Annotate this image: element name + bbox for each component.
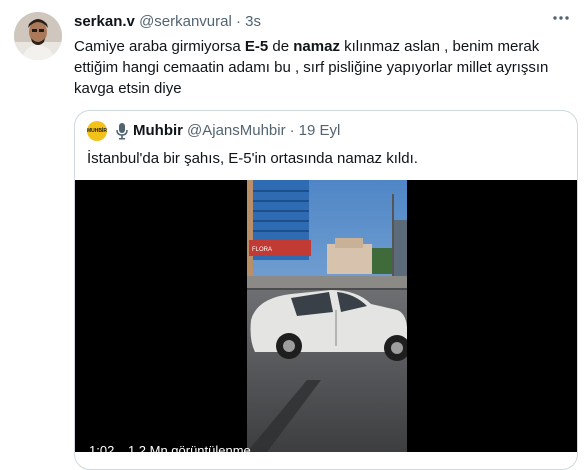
video-meta: 1:02 1,2 Mn görüntülenme — [89, 443, 261, 452]
video-duration: 1:02 — [89, 443, 115, 452]
quoted-separator-dot: · — [289, 122, 295, 139]
quoted-tweet[interactable]: MUHBİR Muhbir @AjansMuhbir · 19 Eyl İsta… — [74, 110, 578, 470]
tweet[interactable]: serkan.v @serkanvural · 3s Camiye araba … — [0, 0, 585, 470]
quoted-avatar-logo: MUHBİR — [87, 128, 107, 134]
author-handle[interactable]: @serkanvural — [139, 13, 232, 30]
separator-dot: · — [236, 13, 241, 30]
avatar[interactable] — [14, 12, 62, 60]
ellipsis-icon — [553, 16, 569, 20]
video-frame: FLORA — [247, 180, 407, 452]
tweet-text-part2: de — [268, 38, 294, 55]
more-icon[interactable] — [551, 8, 571, 33]
video-thumbnail: FLORA — [247, 180, 407, 452]
quoted-avatar[interactable]: MUHBİR — [87, 121, 107, 141]
quoted-text: İstanbul'da bir şahıs, E-5'in ortasında … — [87, 150, 418, 167]
quoted-timestamp[interactable]: 19 Eyl — [299, 121, 341, 141]
tweet-header: serkan.v @serkanvural · 3s — [74, 12, 261, 32]
tweet-text: Camiye araba girmiyorsa E-5 de namaz kıl… — [74, 36, 574, 99]
quoted-header: MUHBİR Muhbir @AjansMuhbir · 19 Eyl — [87, 121, 340, 141]
tweet-text-part1: Camiye araba girmiyorsa — [74, 38, 245, 55]
tweet-text-bold-e5: E-5 — [244, 38, 269, 55]
author-name[interactable]: serkan.v — [74, 13, 135, 30]
storefront-sign: FLORA — [252, 247, 272, 253]
tweet-text-bold-namaz: namaz — [293, 38, 340, 55]
avatar-image — [14, 12, 62, 60]
quoted-author-name[interactable]: Muhbir — [133, 121, 183, 141]
microphone-icon — [116, 123, 128, 140]
video-views: 1,2 Mn görüntülenme — [127, 443, 251, 452]
timestamp[interactable]: 3s — [245, 13, 261, 30]
quoted-author-handle[interactable]: @AjansMuhbir — [187, 121, 286, 141]
video-player[interactable]: FLORA 1:02 1,2 Mn görüntülenme — [75, 180, 577, 452]
